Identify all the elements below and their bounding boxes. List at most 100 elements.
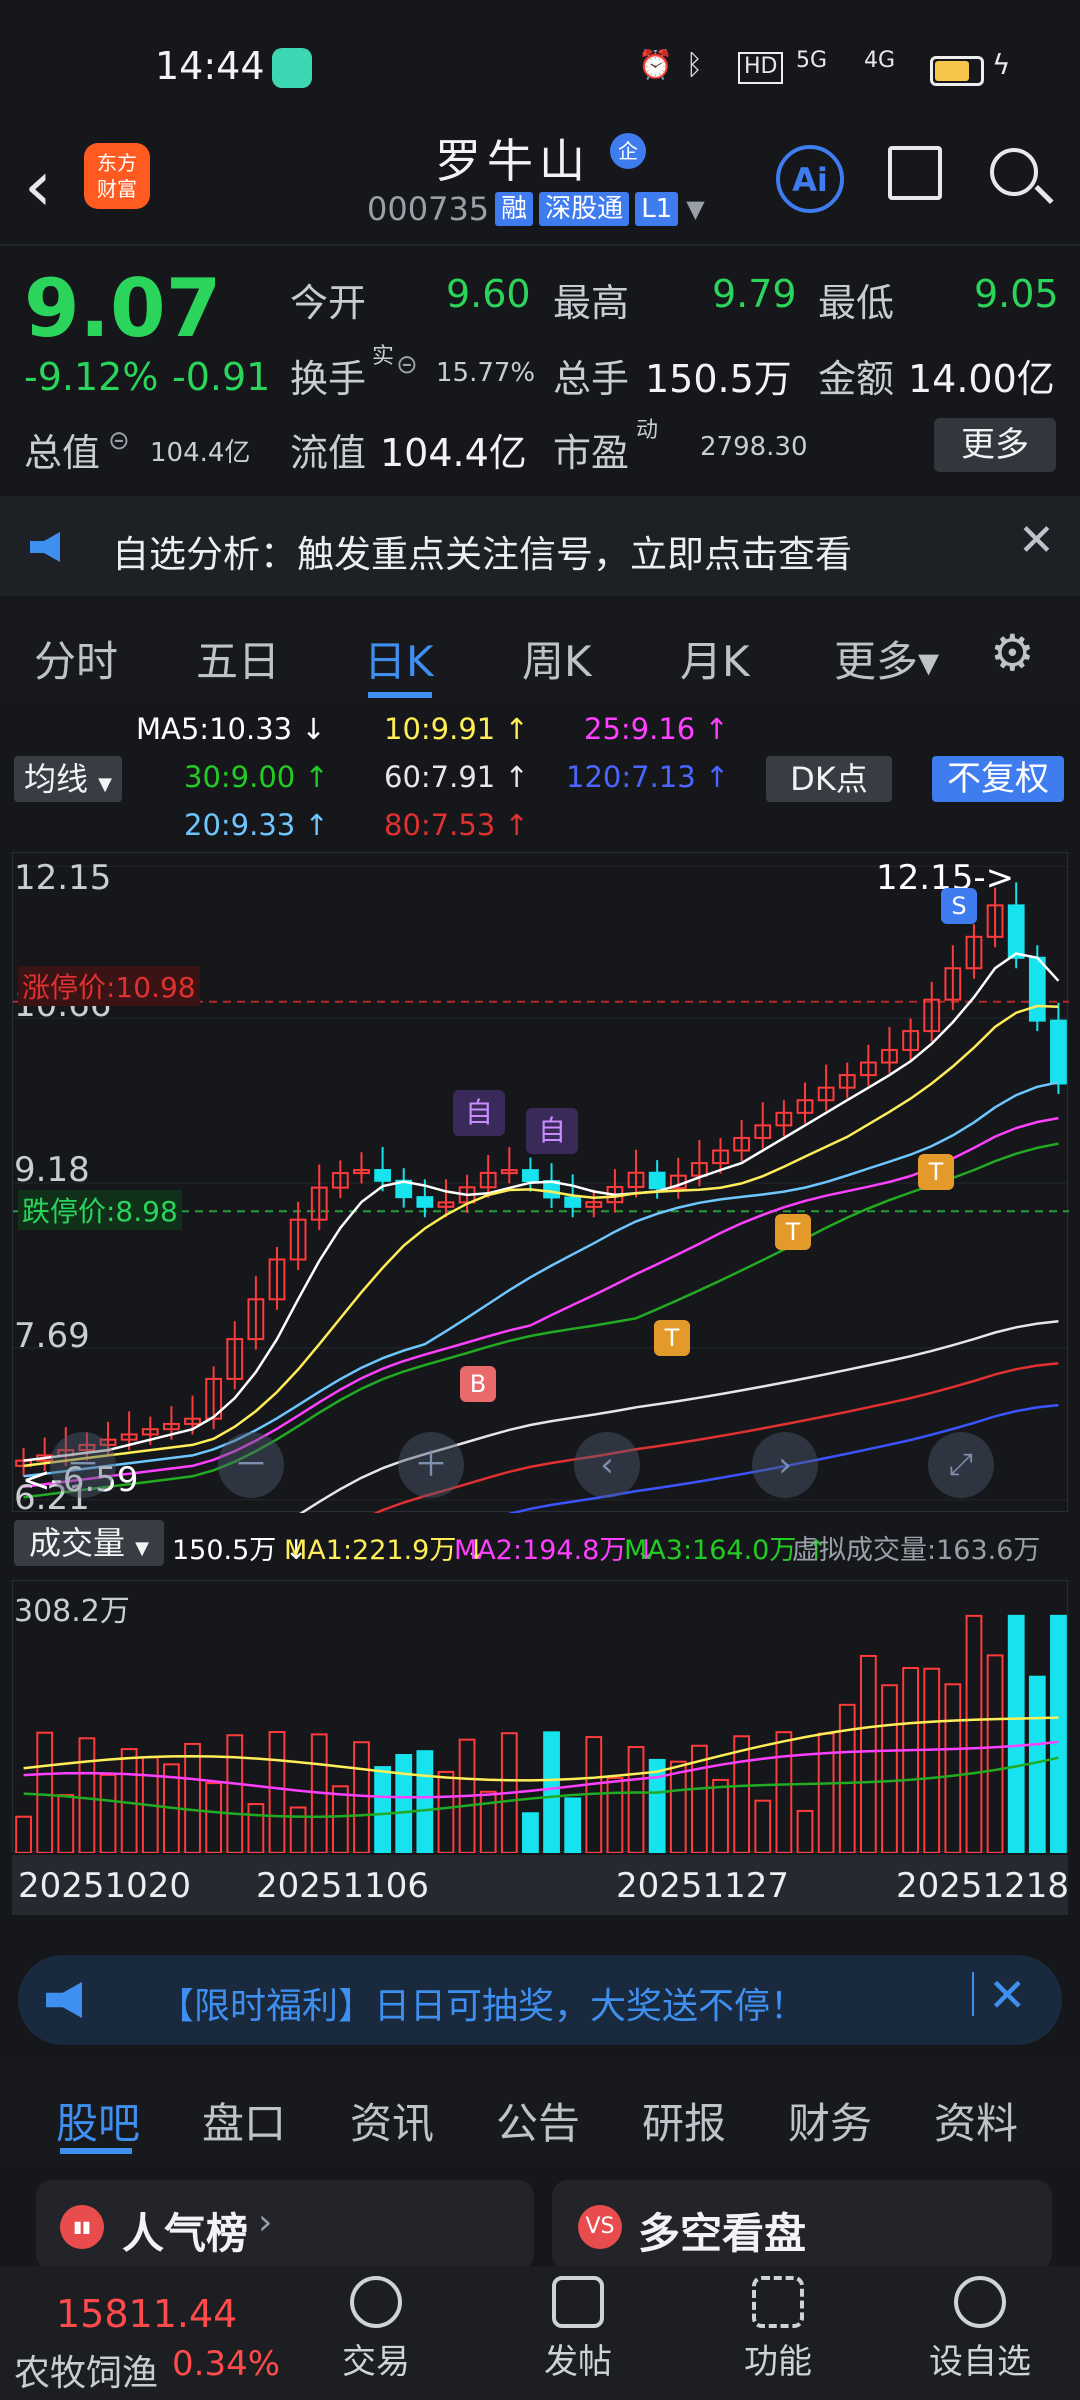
enterprise-badge: 企 <box>610 133 646 169</box>
candle-body <box>648 1171 666 1190</box>
nav-trade[interactable]: 交易 <box>316 2272 436 2383</box>
tab-more[interactable]: 更多▾ <box>834 628 939 689</box>
mktcap-value: 104.4亿 <box>150 438 251 468</box>
minus-icon[interactable]: － <box>218 1432 284 1498</box>
volume-bar <box>205 1782 223 1853</box>
signal-4g-icon: 4G <box>864 48 896 73</box>
tab-finance[interactable]: 财务 <box>788 2090 872 2151</box>
plus-icon[interactable]: ＋ <box>398 1432 464 1498</box>
search-icon[interactable] <box>990 148 1038 196</box>
tab-weekly-k[interactable]: 周K <box>522 628 592 689</box>
y-label-4: 7.69 <box>14 1316 90 1356</box>
info-icon[interactable]: ⊝ <box>396 350 418 380</box>
ma10-legend: 10:9.91 ↑ <box>384 712 529 746</box>
tab-monthly-k[interactable]: 月K <box>680 628 750 689</box>
open-value: 9.60 <box>446 272 531 316</box>
sector-index-name[interactable]: 农牧饲渔 <box>14 2344 158 2396</box>
tab-five-day[interactable]: 五日 <box>196 628 280 689</box>
close-icon[interactable]: ✕ <box>988 1968 1027 2022</box>
more-quote-button[interactable]: 更多 <box>934 418 1056 472</box>
volume-value: 150.5万 <box>645 357 792 401</box>
promo-text[interactable]: 【限时福利】日日可抽奖，大奖送不停！ <box>158 1977 806 2029</box>
back-icon[interactable]: ‹ <box>24 145 52 227</box>
volume-bar <box>944 1683 962 1853</box>
chevron-down-icon: ▼ <box>686 195 705 223</box>
candle-body <box>374 1169 391 1182</box>
tab-research[interactable]: 研报 <box>642 2090 726 2151</box>
t-signal-marker[interactable]: T <box>918 1154 954 1190</box>
volume-bar <box>712 1778 729 1853</box>
volume-bar <box>1050 1614 1067 1853</box>
pe-value: 2798.30 <box>700 432 808 462</box>
nav-functions[interactable]: 功能 <box>718 2272 838 2383</box>
tag-margin: 融 <box>495 192 534 226</box>
tab-intraday[interactable]: 分时 <box>34 628 118 689</box>
ma-type-select[interactable]: 均线 ▼ <box>14 756 122 802</box>
zoom-out-icon[interactable]: － <box>50 1432 116 1498</box>
fullscreen-icon[interactable]: ⤢ <box>928 1432 994 1498</box>
ma20-legend: 20:9.33 ↑ <box>184 808 329 842</box>
nav-post[interactable]: 发帖 <box>518 2272 638 2383</box>
dk-point-toggle[interactable]: DK点 <box>766 756 892 802</box>
t-signal-marker[interactable]: T <box>775 1214 811 1250</box>
nav-add-watchlist[interactable]: 设自选 <box>920 2272 1040 2383</box>
chevron-right-icon: › <box>258 2202 273 2243</box>
popularity-card[interactable] <box>36 2180 534 2270</box>
tag-level: L1 <box>635 192 679 226</box>
tab-announcements[interactable]: 公告 <box>496 2090 580 2151</box>
brand-logo[interactable]: 东方 财富 <box>84 143 150 209</box>
y-label-top: 12.15 <box>14 858 112 898</box>
volume-bar <box>648 1758 666 1853</box>
volume-label: 总手 <box>553 357 630 401</box>
ma80-line <box>373 1361 1059 1513</box>
more-icon <box>954 2276 1006 2328</box>
volume-bar <box>1028 1675 1046 1853</box>
logo-line1: 东方 <box>97 151 137 175</box>
ai-assistant-button[interactable]: Ai <box>776 145 844 213</box>
date-label: 20251218 <box>896 1866 1070 1906</box>
y-label-3: 9.18 <box>14 1150 90 1190</box>
share-icon[interactable] <box>888 146 942 200</box>
chevron-right-icon[interactable]: › <box>752 1432 818 1498</box>
kline-chart[interactable] <box>12 852 1069 1513</box>
volume-chart[interactable] <box>12 1580 1068 1853</box>
chevron-left-icon[interactable]: ‹ <box>574 1432 640 1498</box>
self-select-marker[interactable]: 自 <box>526 1108 578 1154</box>
volume-bar <box>479 1790 497 1853</box>
volume-indicator-label: 成交量 <box>28 1524 125 1562</box>
tab-daily-k[interactable]: 日K <box>364 628 434 689</box>
ma80-legend: 80:7.53 ↑ <box>384 808 529 842</box>
tab-profile[interactable]: 资料 <box>934 2090 1018 2151</box>
tab-news[interactable]: 资讯 <box>350 2090 434 2151</box>
status-time: 14:44 <box>155 44 265 88</box>
volume-bar <box>99 1773 117 1853</box>
volume-bar <box>859 1654 877 1853</box>
pe-label: 市盈 <box>553 431 630 475</box>
stock-name[interactable]: 罗牛山 <box>435 125 591 191</box>
limit-down-label: 跌停价:8.98 <box>18 1190 182 1230</box>
info-icon[interactable]: ⊝ <box>108 426 130 456</box>
turnover-sup: 实 <box>372 344 395 369</box>
volume-bar <box>522 1812 539 1853</box>
chart-icon: ▮▮ <box>60 2205 104 2249</box>
gear-icon[interactable]: ⚙ <box>990 624 1035 682</box>
tab-guba[interactable]: 股吧 <box>56 2090 140 2151</box>
chevron-down-icon: ▼ <box>135 1538 150 1559</box>
t-signal-marker[interactable]: T <box>654 1320 690 1356</box>
self-select-marker[interactable]: 自 <box>453 1090 505 1136</box>
sector-index-value[interactable]: 15811.44 <box>56 2292 237 2336</box>
volume-bar <box>817 1732 835 1853</box>
search-icon-handle <box>1034 184 1054 205</box>
tab-pankou[interactable]: 盘口 <box>202 2090 286 2151</box>
sell-signal-marker[interactable]: S <box>941 888 977 924</box>
notice-text[interactable]: 自选分析：触发重点关注信号，立即点击查看 <box>112 524 852 578</box>
volume-bar <box>775 1731 793 1853</box>
buy-signal-marker[interactable]: B <box>460 1366 496 1402</box>
bluetooth-icon: ᛒ <box>686 48 703 81</box>
ma10-line <box>23 1004 1059 1468</box>
close-icon[interactable]: ✕ <box>1018 515 1055 566</box>
limit-up-label: 涨停价:10.98 <box>18 966 200 1006</box>
adjust-mode-button[interactable]: 不复权 <box>932 756 1064 802</box>
stock-code-row[interactable]: 000735 融 深股通 L1 ▼ <box>367 190 705 228</box>
volume-indicator-select[interactable]: 成交量 ▼ <box>14 1520 164 1566</box>
